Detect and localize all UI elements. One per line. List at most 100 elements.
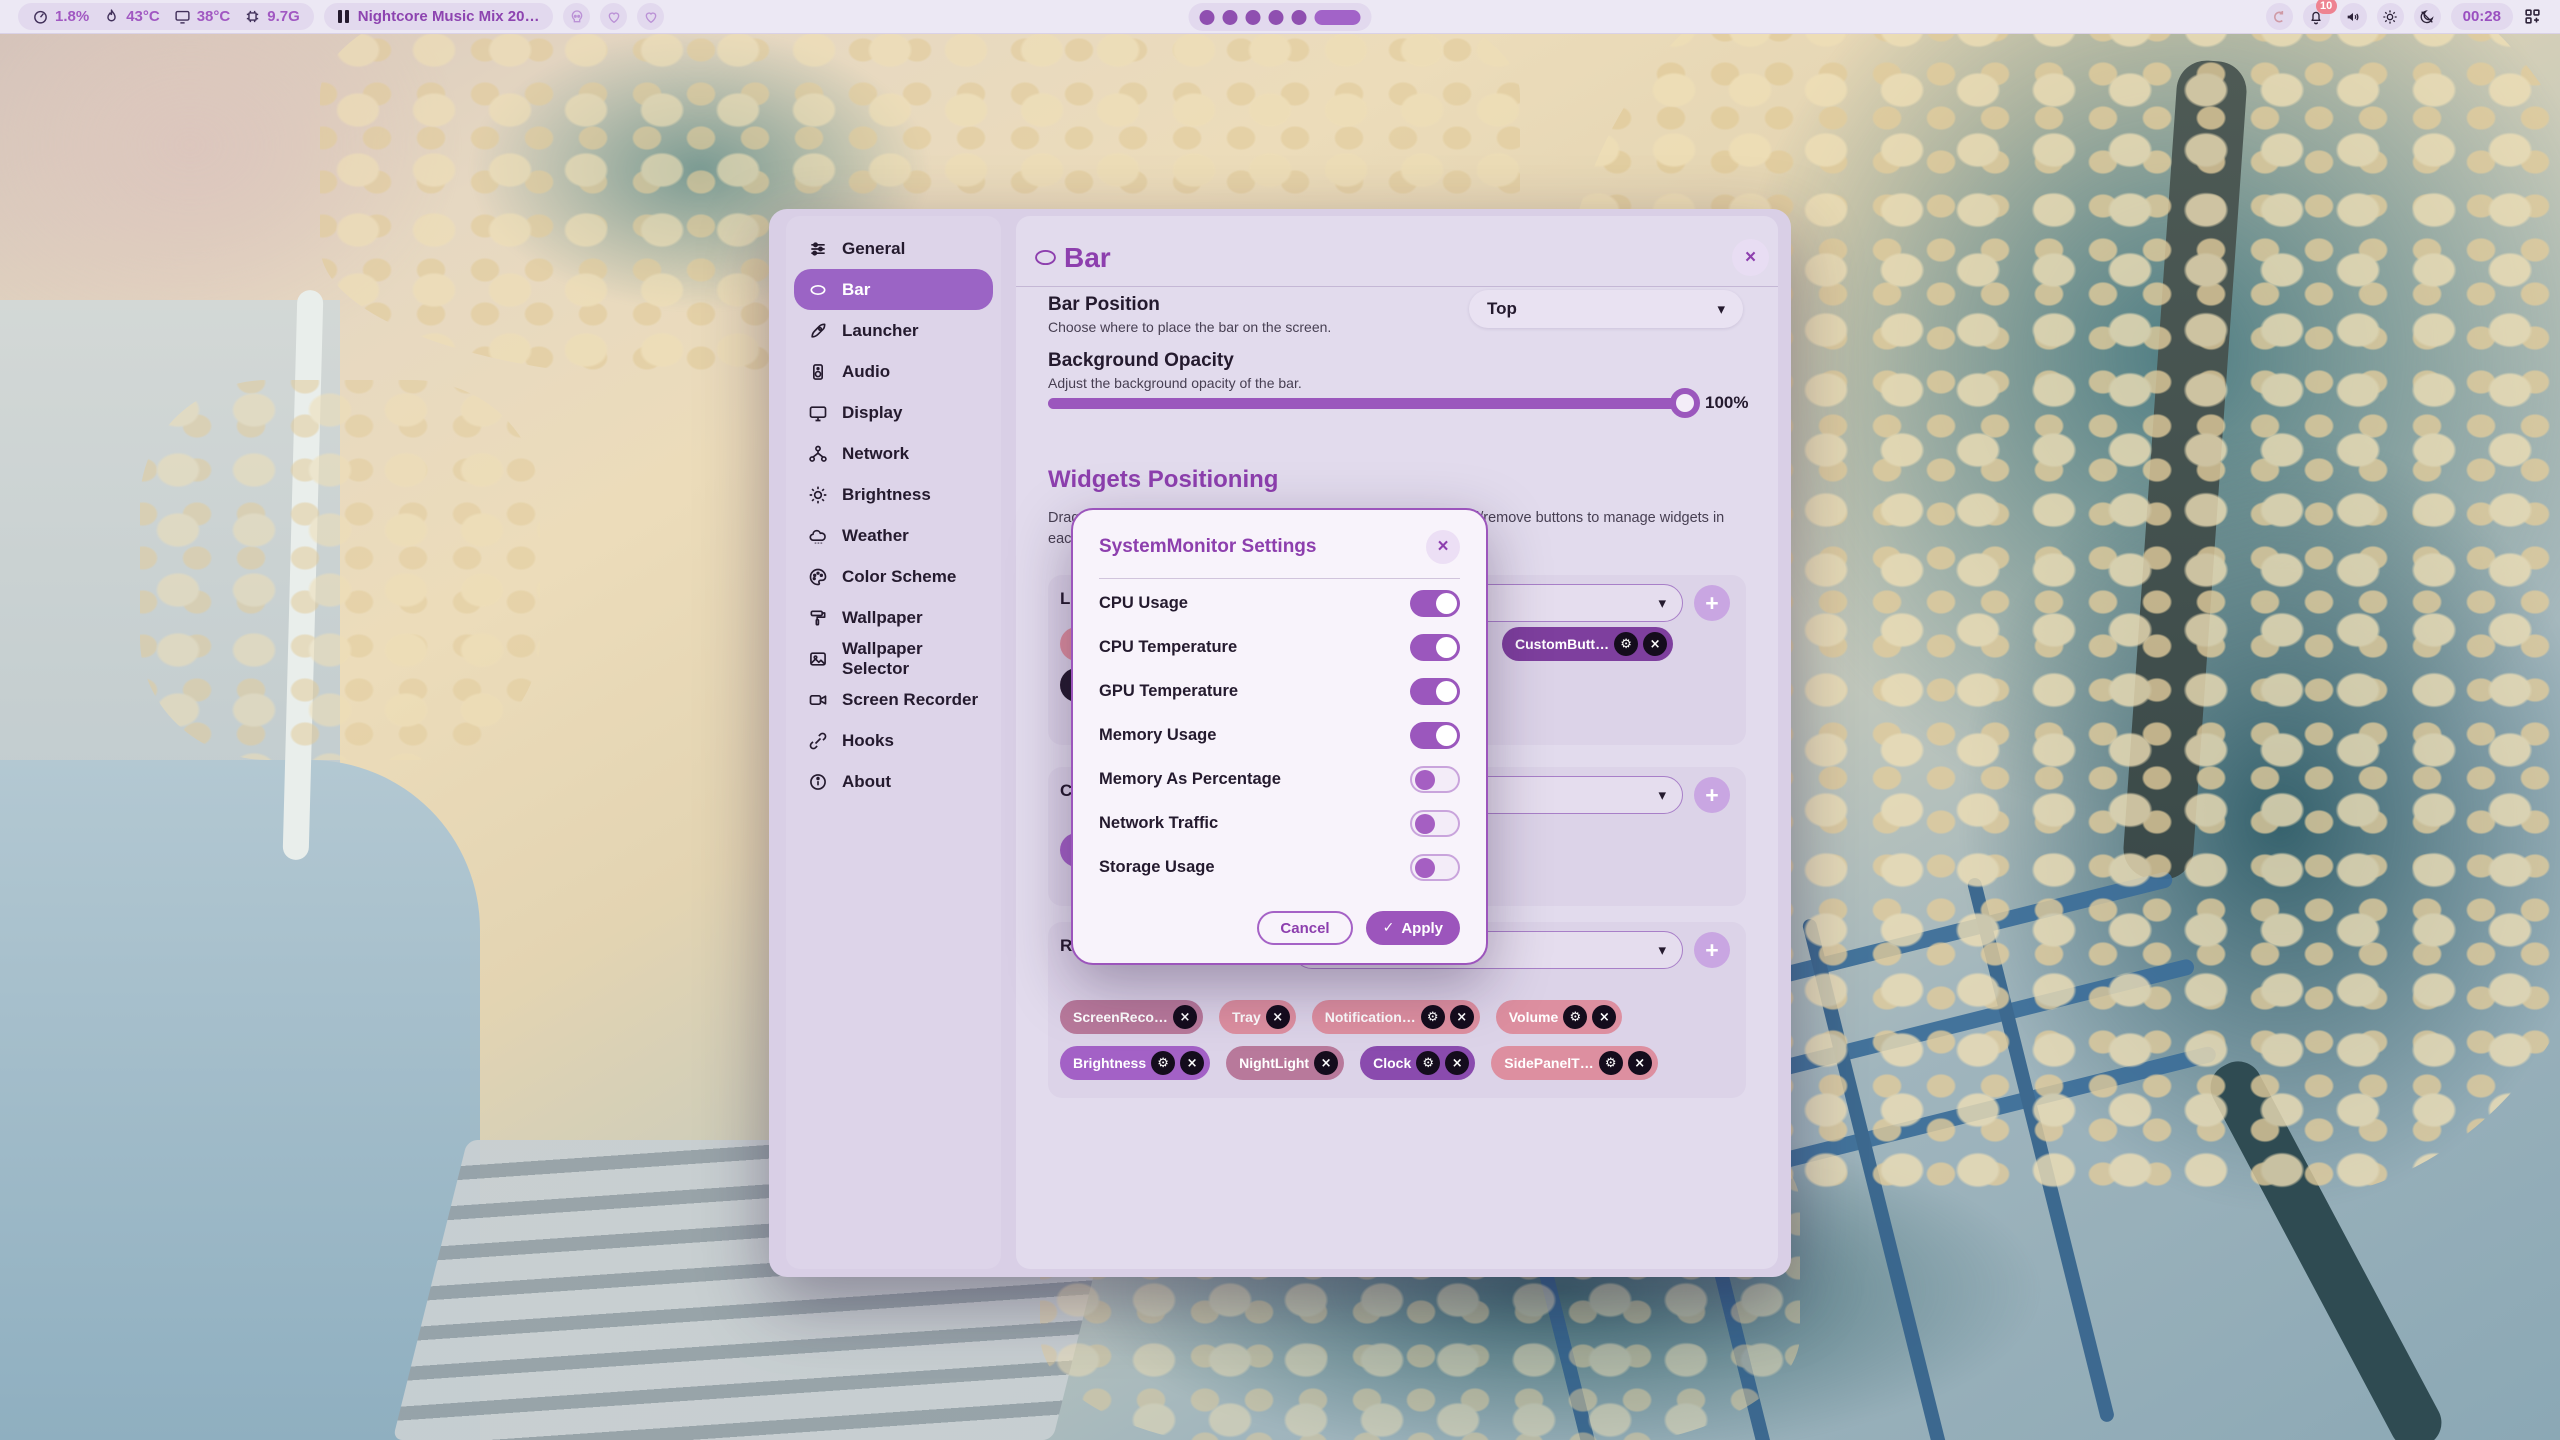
toggle-switch-gpu-temperature[interactable]	[1410, 678, 1460, 705]
gear-icon[interactable]: ⚙	[1614, 632, 1638, 656]
heart-icon	[643, 9, 659, 25]
bar-position-select[interactable]: Top ▾	[1469, 290, 1743, 328]
gear-icon[interactable]: ⚙	[1563, 1005, 1587, 1029]
widget-chip-brightness[interactable]: Brightness⚙×	[1060, 1046, 1210, 1080]
sidebar-item-weather[interactable]: Weather	[794, 515, 993, 556]
widget-chip-notification[interactable]: Notification…⚙×	[1312, 1000, 1480, 1034]
sidebar-item-label: Network	[842, 444, 909, 464]
background-opacity-description: Adjust the background opacity of the bar…	[1048, 375, 1302, 391]
close-icon[interactable]: ×	[1314, 1051, 1338, 1075]
favorite-button[interactable]	[600, 3, 627, 30]
toggle-knob	[1415, 858, 1435, 878]
gear-icon[interactable]: ⚙	[1599, 1051, 1623, 1075]
close-icon[interactable]: ×	[1180, 1051, 1204, 1075]
skull-button[interactable]	[563, 3, 590, 30]
widget-chip-sidepanelt[interactable]: SidePanelT…⚙×	[1491, 1046, 1657, 1080]
toggle-switch-memory-usage[interactable]	[1410, 722, 1460, 749]
close-icon[interactable]: ×	[1450, 1005, 1474, 1029]
toggle-row-storage-usage: Storage Usage	[1099, 845, 1460, 889]
status-bar: 1.8% 43°C 38°C 9.7G Nightcore Music Mix …	[0, 0, 2560, 34]
sidebar-item-hooks[interactable]: Hooks	[794, 720, 993, 761]
toggle-switch-cpu-usage[interactable]	[1410, 590, 1460, 617]
chevron-down-icon: ▾	[1717, 300, 1725, 318]
divider	[1016, 286, 1778, 287]
gear-icon[interactable]: ⚙	[1421, 1005, 1445, 1029]
sidebar-item-about[interactable]: About	[794, 761, 993, 802]
notifications-button[interactable]: 10	[2303, 3, 2330, 30]
workspace-indicator[interactable]	[1189, 3, 1372, 31]
toggle-knob	[1436, 725, 1457, 746]
sun-icon	[808, 485, 828, 505]
add-widget-button[interactable]: +	[1694, 777, 1730, 813]
sidebar-item-general[interactable]: General	[794, 228, 993, 269]
close-icon[interactable]: ×	[1173, 1005, 1197, 1029]
sidebar-item-bar[interactable]: Bar	[794, 269, 993, 310]
gear-icon[interactable]: ⚙	[1151, 1051, 1175, 1075]
sidebar-item-label: Screen Recorder	[842, 690, 978, 710]
widget-chip-nightlight[interactable]: NightLight ×	[1226, 1046, 1344, 1080]
modal-header: SystemMonitor Settings ×	[1099, 530, 1460, 564]
sidebar-item-label: Wallpaper	[842, 608, 923, 628]
widget-chip-tray[interactable]: Tray×	[1219, 1000, 1296, 1034]
updates-button[interactable]	[2266, 3, 2293, 30]
memory-stat: 9.7G	[244, 8, 300, 25]
toggle-knob	[1415, 770, 1435, 790]
toggle-switch-storage-usage[interactable]	[1410, 854, 1460, 881]
toggle-switch-cpu-temperature[interactable]	[1410, 634, 1460, 661]
sidebar-item-audio[interactable]: Audio	[794, 351, 993, 392]
sidebar-item-label: Display	[842, 403, 902, 423]
workspace-dot[interactable]	[1246, 10, 1261, 25]
volume-button[interactable]	[2340, 3, 2367, 30]
like-button[interactable]	[637, 3, 664, 30]
brightness-button[interactable]	[2377, 3, 2404, 30]
close-icon[interactable]: ×	[1643, 632, 1667, 656]
workspace-dot[interactable]	[1269, 10, 1284, 25]
toggle-switch-network-traffic[interactable]	[1410, 810, 1460, 837]
system-stats-pill[interactable]: 1.8% 43°C 38°C 9.7G	[18, 3, 314, 30]
sidebar-item-network[interactable]: Network	[794, 433, 993, 474]
add-widget-button[interactable]: +	[1694, 932, 1730, 968]
roller-icon	[808, 608, 828, 628]
apply-button-label: Apply	[1401, 920, 1443, 937]
sidebar-item-wallpaper[interactable]: Wallpaper	[794, 597, 993, 638]
apply-button[interactable]: ✓ Apply	[1366, 911, 1460, 945]
heart-icon	[606, 9, 622, 25]
sidebar-item-color-scheme[interactable]: Color Scheme	[794, 556, 993, 597]
widgets-positioning-title: Widgets Positioning	[1048, 466, 1278, 494]
gear-icon[interactable]: ⚙	[1416, 1051, 1440, 1075]
toggle-switch-memory-as-percentage[interactable]	[1410, 766, 1460, 793]
dashboard-icon[interactable]	[2523, 7, 2542, 26]
widget-chip-volume[interactable]: Volume⚙×	[1496, 1000, 1623, 1034]
close-icon[interactable]: ×	[1266, 1005, 1290, 1029]
widget-chip-custombutt[interactable]: CustomButt…⚙×	[1502, 627, 1673, 661]
clock[interactable]: 00:28	[2451, 3, 2513, 30]
close-icon[interactable]: ×	[1628, 1051, 1652, 1075]
workspace-dot[interactable]	[1292, 10, 1307, 25]
sidebar-item-wallpaper-selector[interactable]: Wallpaper Selector	[794, 638, 993, 679]
sidebar-item-brightness[interactable]: Brightness	[794, 474, 993, 515]
sidebar-item-screen-recorder[interactable]: Screen Recorder	[794, 679, 993, 720]
cpu-temp-stat: 43°C	[103, 8, 160, 25]
media-player-pill[interactable]: Nightcore Music Mix 20…	[324, 3, 554, 30]
desktop: 1.8% 43°C 38°C 9.7G Nightcore Music Mix …	[0, 0, 2560, 1440]
widget-chip-screenreco[interactable]: ScreenReco…×	[1060, 1000, 1203, 1034]
workspace-dot[interactable]	[1223, 10, 1238, 25]
close-modal-button[interactable]: ×	[1426, 530, 1460, 564]
slider-handle[interactable]	[1670, 388, 1700, 418]
workspace-active[interactable]	[1315, 10, 1361, 25]
sidebar-item-label: Audio	[842, 362, 890, 382]
close-icon[interactable]: ×	[1445, 1051, 1469, 1075]
sidebar-item-label: Wallpaper Selector	[842, 639, 979, 679]
workspace-dot[interactable]	[1200, 10, 1215, 25]
background-opacity-slider[interactable]	[1048, 398, 1692, 409]
close-icon[interactable]: ×	[1592, 1005, 1616, 1029]
sidebar-item-display[interactable]: Display	[794, 392, 993, 433]
widget-chip-label: NightLight	[1239, 1055, 1309, 1071]
sidebar-item-launcher[interactable]: Launcher	[794, 310, 993, 351]
display-icon	[808, 403, 828, 423]
widget-chip-clock[interactable]: Clock⚙×	[1360, 1046, 1475, 1080]
cancel-button[interactable]: Cancel	[1257, 911, 1352, 945]
night-light-button[interactable]	[2414, 3, 2441, 30]
close-panel-button[interactable]: ×	[1732, 239, 1769, 276]
add-widget-button[interactable]: +	[1694, 585, 1730, 621]
